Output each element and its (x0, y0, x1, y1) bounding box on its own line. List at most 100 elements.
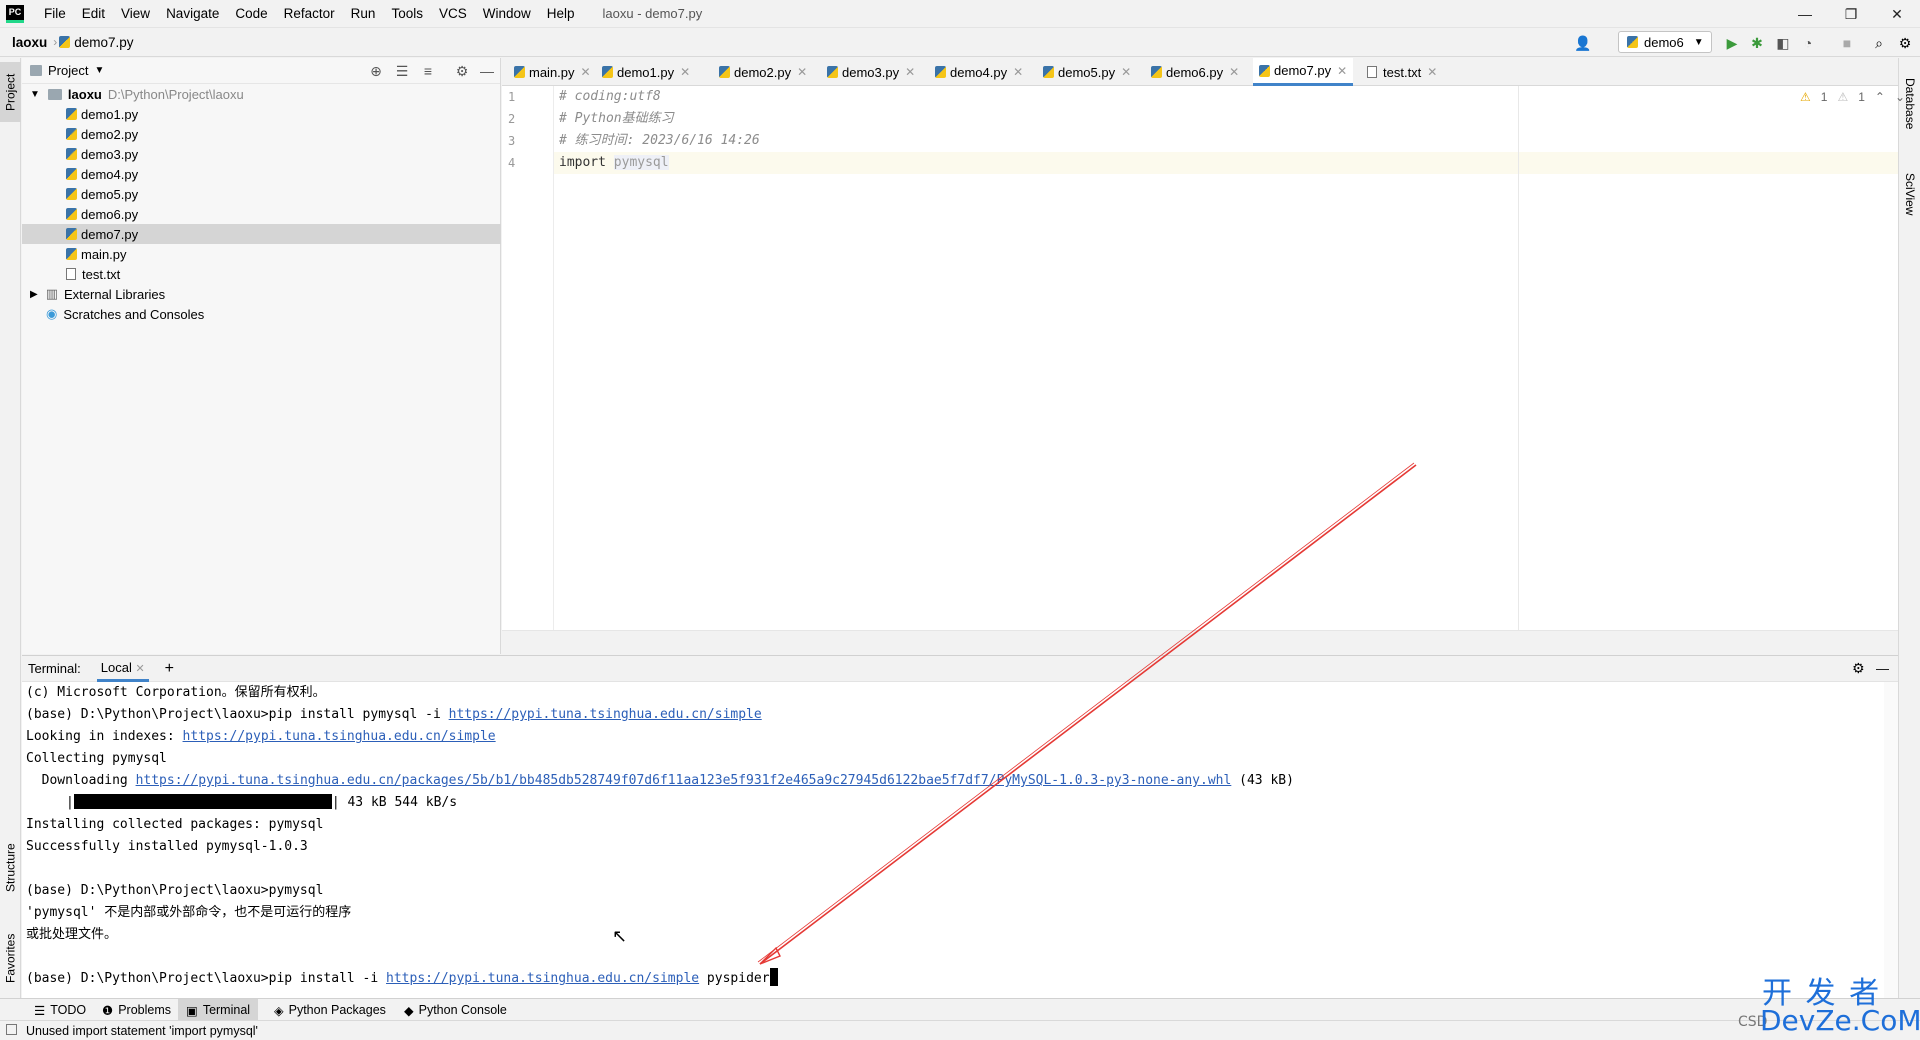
tree-scratches[interactable]: ◉ Scratches and Consoles (22, 304, 501, 324)
stop-icon[interactable]: ■ (1836, 32, 1858, 54)
tab-main-py[interactable]: main.py ✕ (508, 58, 597, 86)
close-tab-icon[interactable]: ✕ (135, 663, 144, 675)
tree-file[interactable]: main.py (22, 244, 501, 264)
tree-file[interactable]: demo6.py (22, 204, 501, 224)
code-line: # 练习时间: 2023/6/16 14:26 (559, 133, 760, 148)
hide-panel-icon[interactable]: — (477, 61, 497, 81)
close-tab-icon[interactable]: ✕ (1013, 65, 1023, 79)
mouse-pointer-icon: ↖ (612, 926, 628, 946)
chevron-down-icon[interactable]: ⌄ (1895, 90, 1905, 104)
close-tab-icon[interactable]: ✕ (797, 65, 807, 79)
tree-root[interactable]: ▼ laoxu D:\Python\Project\laoxu (22, 84, 501, 104)
terminal-tab-local[interactable]: Local ✕ (96, 656, 149, 682)
terminal-link[interactable]: https://pypi.tuna.tsinghua.edu.cn/simple (183, 729, 496, 744)
favorites-tool-tab[interactable]: Favorites (0, 918, 21, 998)
tab-demo7-py[interactable]: demo7.py ✕ (1253, 58, 1354, 86)
python-file-icon (59, 36, 71, 48)
python-file-icon (1151, 66, 1162, 78)
run-icon[interactable]: ▶ (1721, 32, 1743, 54)
menu-run[interactable]: Run (343, 0, 384, 28)
menu-refactor[interactable]: Refactor (276, 0, 343, 28)
inspection-widget[interactable]: ⚠ 1 ⚠ 1 ⌃ ⌄ (1800, 90, 1905, 104)
run-configuration-select[interactable]: demo6 ▼ (1618, 31, 1712, 53)
tab-demo6-py[interactable]: demo6.py ✕ (1145, 58, 1245, 86)
close-button[interactable]: ✕ (1874, 0, 1920, 28)
terminal-input-line[interactable]: (base) D:\Python\Project\laoxu>pip insta… (26, 968, 778, 990)
close-tab-icon[interactable]: ✕ (680, 65, 690, 79)
menu-code[interactable]: Code (227, 0, 275, 28)
panel-settings-icon[interactable]: ⚙ (452, 61, 472, 81)
python-file-icon (66, 248, 77, 260)
project-panel-title[interactable]: Project (48, 63, 88, 78)
locate-icon[interactable]: ⊕ (366, 61, 386, 81)
minimize-button[interactable]: — (1782, 0, 1828, 28)
profile-icon[interactable]: ◔ (1797, 32, 1819, 54)
close-tab-icon[interactable]: ✕ (1229, 65, 1239, 79)
tree-file-selected[interactable]: demo7.py (22, 224, 501, 244)
tool-tab-terminal[interactable]: ▣ Terminal (178, 999, 259, 1021)
breadcrumb-project[interactable]: laoxu (8, 35, 51, 50)
sciview-tool-tab[interactable]: SciView (1899, 154, 1920, 234)
coverage-icon[interactable]: ◧ (1772, 32, 1794, 54)
menu-window[interactable]: Window (475, 0, 539, 28)
editor-horizontal-scrollbar[interactable] (502, 630, 1898, 654)
menu-edit[interactable]: Edit (74, 0, 113, 28)
tool-tab-todo[interactable]: ☰ TODO (26, 999, 94, 1021)
close-tab-icon[interactable]: ✕ (1337, 64, 1347, 78)
terminal-text: pyspider (699, 971, 770, 986)
python-file-icon (602, 66, 613, 78)
tool-tab-problems[interactable]: ❶ Problems (94, 999, 179, 1021)
user-icon[interactable]: 👤 (1572, 32, 1594, 54)
tree-file[interactable]: demo5.py (22, 184, 501, 204)
code-editor[interactable]: 1 2 3 4 # coding:utf8 # Python基础练习 # 练习时… (502, 86, 1905, 630)
tree-file[interactable]: demo4.py (22, 164, 501, 184)
menu-view[interactable]: View (113, 0, 158, 28)
tab-demo4-py[interactable]: demo4.py ✕ (929, 58, 1029, 86)
tab-demo3-py[interactable]: demo3.py ✕ (821, 58, 921, 86)
menu-file[interactable]: File (36, 0, 74, 28)
debug-icon[interactable]: ✱ (1746, 32, 1768, 54)
chevron-up-icon[interactable]: ⌃ (1875, 90, 1885, 104)
tab-demo5-py[interactable]: demo5.py ✕ (1037, 58, 1137, 86)
settings-icon[interactable]: ⚙ (1894, 32, 1916, 54)
search-icon[interactable]: ⌕ (1868, 32, 1890, 54)
terminal-output[interactable]: (c) Microsoft Corporation。保留所有权利。 (base)… (22, 682, 1898, 998)
status-toggle-icon[interactable] (6, 1024, 17, 1035)
new-terminal-button[interactable]: + (165, 660, 174, 678)
hide-terminal-icon[interactable]: — (1876, 661, 1889, 676)
tab-demo1-py[interactable]: demo1.py ✕ (596, 58, 696, 86)
tool-tab-python-packages[interactable]: ◈ Python Packages (266, 999, 394, 1021)
right-tool-stripe: Database SciView (1898, 58, 1920, 998)
terminal-scrollbar[interactable] (1884, 682, 1898, 998)
collapse-all-icon[interactable]: ≡ (418, 61, 438, 81)
tree-file[interactable]: demo3.py (22, 144, 501, 164)
tab-test-txt[interactable]: test.txt ✕ (1361, 58, 1443, 86)
chevron-down-icon[interactable]: ▼ (94, 65, 104, 76)
tree-file[interactable]: demo1.py (22, 104, 501, 124)
restore-button[interactable]: ❐ (1828, 0, 1874, 28)
breadcrumb-file[interactable]: demo7.py (70, 35, 137, 50)
close-tab-icon[interactable]: ✕ (1427, 65, 1437, 79)
close-tab-icon[interactable]: ✕ (581, 65, 591, 79)
close-tab-icon[interactable]: ✕ (905, 65, 915, 79)
structure-tool-tab[interactable]: Structure (0, 828, 21, 908)
terminal-link[interactable]: https://pypi.tuna.tsinghua.edu.cn/packag… (136, 773, 1232, 788)
tree-file[interactable]: test.txt (22, 264, 501, 284)
close-tab-icon[interactable]: ✕ (1121, 65, 1131, 79)
database-tool-tab[interactable]: Database (1899, 64, 1920, 144)
terminal-settings-icon[interactable]: ⚙ (1852, 660, 1865, 677)
menu-navigate[interactable]: Navigate (158, 0, 227, 28)
project-tool-tab[interactable]: Project (0, 62, 21, 122)
terminal-link[interactable]: https://pypi.tuna.tsinghua.edu.cn/simple (449, 707, 762, 722)
expand-all-icon[interactable]: ☰ (392, 61, 412, 81)
tree-external-libraries[interactable]: ▶ ▥ External Libraries (22, 284, 501, 304)
menu-vcs[interactable]: VCS (431, 0, 475, 28)
tool-tab-python-console[interactable]: ◆ Python Console (396, 999, 515, 1021)
tab-demo2-py[interactable]: demo2.py ✕ (713, 58, 813, 86)
python-config-icon (1627, 36, 1638, 48)
menu-tools[interactable]: Tools (383, 0, 431, 28)
menu-help[interactable]: Help (539, 0, 583, 28)
tree-file[interactable]: demo2.py (22, 124, 501, 144)
terminal-link[interactable]: https://pypi.tuna.tsinghua.edu.cn/simple (386, 971, 699, 986)
terminal-tab-label: Local (100, 659, 132, 675)
